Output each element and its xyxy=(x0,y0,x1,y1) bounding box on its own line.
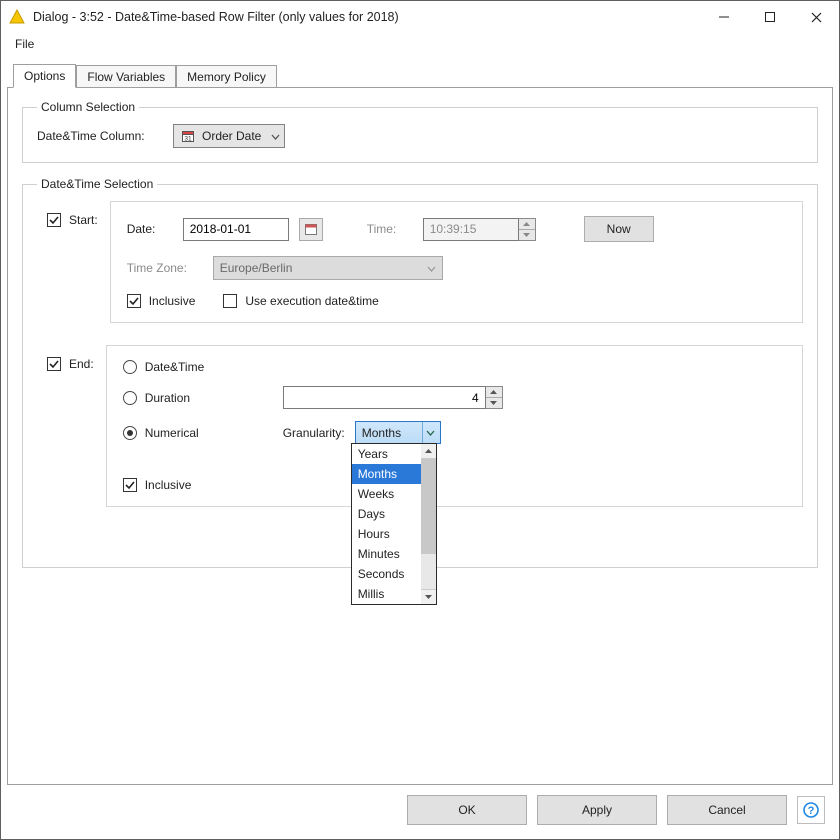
maximize-button[interactable] xyxy=(747,1,793,33)
label-datetime-column: Date&Time Column: xyxy=(37,129,165,143)
svg-text:?: ? xyxy=(808,805,815,817)
checkbox-end[interactable] xyxy=(47,357,61,371)
menu-file[interactable]: File xyxy=(9,35,40,53)
end-check-col: End: xyxy=(47,345,94,371)
combo-granularity[interactable]: Months xyxy=(355,421,441,444)
input-start-time-field xyxy=(423,218,519,241)
combo-timezone-value: Europe/Berlin xyxy=(220,261,293,275)
titlebar: Dialog - 3:52 - Date&Time-based Row Filt… xyxy=(1,1,839,33)
group-column-selection: Column Selection Date&Time Column: 31 Or… xyxy=(22,100,818,163)
label-use-execution: Use execution date&time xyxy=(245,294,378,308)
label-granularity: Granularity: xyxy=(283,426,345,440)
legend-column-selection: Column Selection xyxy=(37,100,139,114)
tab-memory-policy[interactable]: Memory Policy xyxy=(176,65,277,88)
radio-end-numerical[interactable] xyxy=(123,426,137,440)
input-end-numeric-field[interactable] xyxy=(283,386,486,409)
checkbox-start[interactable] xyxy=(47,213,61,227)
input-start-time xyxy=(423,218,536,241)
input-start-date[interactable] xyxy=(183,218,289,241)
check-use-execution-wrap: Use execution date&time xyxy=(223,294,378,308)
tab-flow-variables[interactable]: Flow Variables xyxy=(76,65,176,88)
minimize-button[interactable] xyxy=(701,1,747,33)
label-radio-duration: Duration xyxy=(145,391,190,405)
chevron-down-icon xyxy=(271,129,280,143)
label-radio-numerical: Numerical xyxy=(145,426,199,440)
numeric-spinner-buttons xyxy=(486,386,503,409)
radio-duration-wrap: Duration xyxy=(123,391,273,405)
ok-button[interactable]: OK xyxy=(407,795,527,825)
label-end-inclusive: Inclusive xyxy=(145,478,192,492)
legend-datetime-selection: Date&Time Selection xyxy=(37,177,157,191)
check-end-inclusive-wrap: Inclusive xyxy=(123,478,786,492)
scroll-thumb[interactable] xyxy=(421,459,436,554)
combo-datetime-column-value: Order Date xyxy=(202,129,261,143)
input-end-numeric xyxy=(283,386,503,409)
chevron-down-icon xyxy=(422,422,438,443)
start-check-col: Start: xyxy=(47,201,98,227)
label-time: Time: xyxy=(367,222,413,236)
combo-granularity-value: Months xyxy=(362,426,401,440)
chevron-down-icon xyxy=(427,261,436,275)
combo-datetime-column[interactable]: 31 Order Date xyxy=(173,124,285,148)
app-icon xyxy=(9,9,25,25)
option-weeks[interactable]: Weeks xyxy=(352,484,421,504)
apply-button[interactable]: Apply xyxy=(537,795,657,825)
time-spinner-buttons xyxy=(519,218,536,241)
end-panel: Date&Time Duration xyxy=(106,345,803,507)
dialog-window: Dialog - 3:52 - Date&Time-based Row Filt… xyxy=(0,0,840,840)
option-years[interactable]: Years xyxy=(352,444,421,464)
calendar-icon: 31 xyxy=(180,128,196,144)
tab-options[interactable]: Options xyxy=(13,64,76,88)
label-date: Date: xyxy=(127,222,173,236)
check-start-inclusive-wrap: Inclusive xyxy=(127,294,196,308)
tab-panel-options: Column Selection Date&Time Column: 31 Or… xyxy=(7,87,833,785)
now-button[interactable]: Now xyxy=(584,216,654,242)
menubar: File xyxy=(1,33,839,57)
combo-timezone: Europe/Berlin xyxy=(213,256,443,280)
start-panel: Date: Time: xyxy=(110,201,803,323)
tabstrip: Options Flow Variables Memory Policy xyxy=(13,63,833,87)
radio-datetime-wrap: Date&Time xyxy=(123,360,273,374)
dropdown-items: Years Months Weeks Days Hours Minutes Se… xyxy=(352,444,421,604)
numeric-spin-down[interactable] xyxy=(486,398,502,408)
checkbox-use-execution[interactable] xyxy=(223,294,237,308)
content-area: Options Flow Variables Memory Policy Col… xyxy=(1,57,839,839)
window-title: Dialog - 3:52 - Date&Time-based Row Filt… xyxy=(33,10,701,24)
option-seconds[interactable]: Seconds xyxy=(352,564,421,584)
radio-end-datetime[interactable] xyxy=(123,360,137,374)
dropdown-granularity-list: Years Months Weeks Days Hours Minutes Se… xyxy=(351,443,437,605)
time-spin-down[interactable] xyxy=(519,230,535,240)
button-bar: OK Apply Cancel ? xyxy=(7,785,833,833)
option-millis[interactable]: Millis xyxy=(352,584,421,604)
label-end: End: xyxy=(69,357,94,371)
label-radio-datetime: Date&Time xyxy=(145,360,205,374)
radio-numerical-wrap: Numerical xyxy=(123,426,273,440)
scroll-up-icon[interactable] xyxy=(421,444,436,459)
scroll-down-icon[interactable] xyxy=(421,589,436,604)
close-button[interactable] xyxy=(793,1,839,33)
numeric-spin-up[interactable] xyxy=(486,387,502,398)
option-months[interactable]: Months xyxy=(352,464,421,484)
radio-end-duration[interactable] xyxy=(123,391,137,405)
svg-text:31: 31 xyxy=(184,136,192,143)
cancel-button[interactable]: Cancel xyxy=(667,795,787,825)
group-datetime-selection: Date&Time Selection Start: Date: xyxy=(22,177,818,568)
window-controls xyxy=(701,1,839,33)
label-timezone: Time Zone: xyxy=(127,261,203,275)
label-start-inclusive: Inclusive xyxy=(149,294,196,308)
scroll-track[interactable] xyxy=(421,554,436,589)
calendar-picker-button[interactable] xyxy=(299,218,323,241)
dropdown-scrollbar[interactable] xyxy=(421,444,436,604)
time-spin-up[interactable] xyxy=(519,219,535,230)
checkbox-end-inclusive[interactable] xyxy=(123,478,137,492)
label-start: Start: xyxy=(69,213,98,227)
help-button[interactable]: ? xyxy=(797,796,825,824)
start-section: Start: Date: xyxy=(37,201,803,323)
end-section: End: Date&Time Duration xyxy=(37,345,803,507)
option-minutes[interactable]: Minutes xyxy=(352,544,421,564)
option-hours[interactable]: Hours xyxy=(352,524,421,544)
option-days[interactable]: Days xyxy=(352,504,421,524)
checkbox-start-inclusive[interactable] xyxy=(127,294,141,308)
